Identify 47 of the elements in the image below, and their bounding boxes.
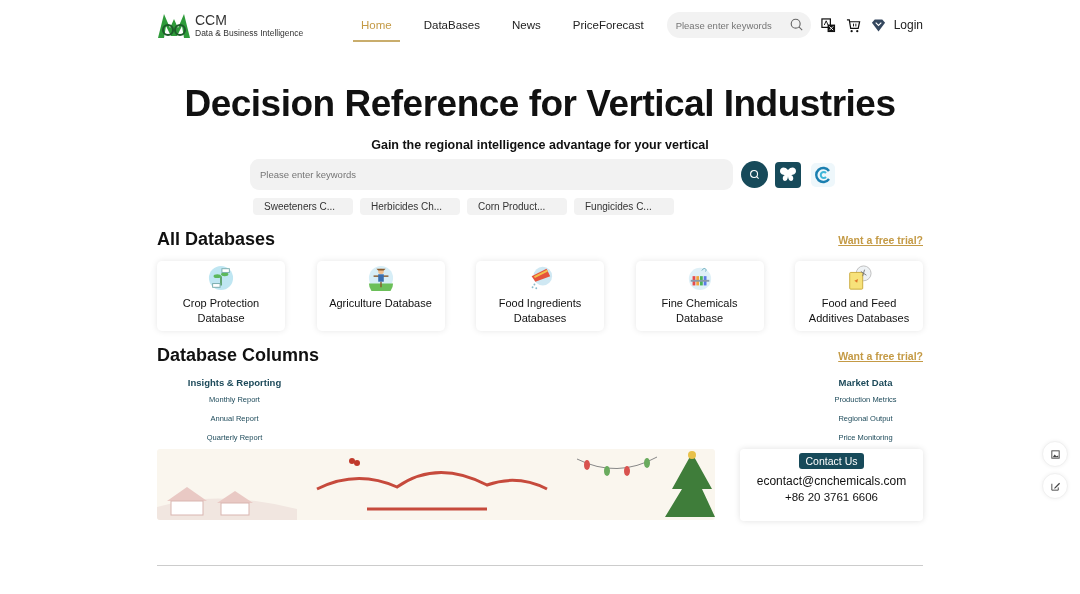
column-heading: Insights & Reporting bbox=[187, 376, 282, 390]
section-title: Database Columns bbox=[157, 345, 320, 366]
butterfly-icon[interactable] bbox=[775, 161, 801, 188]
logo-tagline: Data & Business Intelligence bbox=[195, 28, 304, 38]
section-title: All Databases bbox=[157, 229, 276, 250]
keyword-chip[interactable]: Fungicides C... bbox=[574, 198, 674, 215]
contact-email: econtact@cnchemicals.com bbox=[756, 474, 907, 488]
database-card[interactable]: Crop Protection Database bbox=[157, 261, 285, 331]
seedling-icon bbox=[208, 265, 234, 291]
c-logo-icon[interactable] bbox=[811, 162, 835, 187]
contact-phone: +86 20 3761 6606 bbox=[784, 491, 879, 503]
card-label: Food and Feed Additives Databases bbox=[807, 296, 911, 326]
keyword-chip[interactable]: Corn Product... bbox=[467, 198, 567, 215]
package-icon bbox=[846, 265, 872, 291]
scarecrow-icon bbox=[367, 265, 394, 291]
card-label: Crop Protection Database bbox=[181, 296, 261, 326]
nav-tab[interactable]: News bbox=[503, 8, 549, 42]
login-link[interactable]: Login bbox=[893, 18, 923, 32]
card-label: Agriculture Database bbox=[328, 296, 433, 311]
edit-button[interactable] bbox=[1042, 473, 1068, 499]
search-icon bbox=[749, 169, 760, 180]
page-subtitle: Gain the regional intelligence advantage for your vertical bbox=[370, 138, 710, 152]
cart-icon[interactable] bbox=[845, 17, 861, 33]
database-card[interactable]: Fine Chemicals Database bbox=[635, 261, 764, 331]
keyword-chip[interactable]: Herbicides Ch... bbox=[360, 198, 460, 215]
keyword-search-field[interactable]: Please enter keywords bbox=[250, 159, 733, 190]
search-icon[interactable] bbox=[789, 18, 803, 31]
contact-us-button[interactable]: Contact Us bbox=[798, 453, 865, 469]
card-label: Fine Chemicals Database bbox=[660, 296, 739, 326]
nav-tab[interactable]: DataBases bbox=[415, 8, 488, 42]
translate-icon[interactable] bbox=[820, 17, 836, 33]
card-label: Food Ingredients Databases bbox=[497, 296, 583, 326]
test-tubes-icon bbox=[686, 265, 713, 291]
image-button[interactable] bbox=[1042, 441, 1068, 467]
image-icon bbox=[1049, 448, 1061, 460]
database-card[interactable]: Agriculture Database bbox=[316, 261, 445, 331]
keyword-chip[interactable]: Sweeteners C... bbox=[253, 198, 353, 215]
database-card[interactable]: Food and Feed Additives Databases bbox=[795, 261, 923, 331]
search-field[interactable]: Please enter keywords bbox=[666, 12, 811, 38]
logo-name: CCM bbox=[195, 12, 228, 27]
database-card[interactable]: Food Ingredients Databases bbox=[476, 261, 604, 331]
diamond-icon[interactable] bbox=[870, 17, 886, 33]
nav-tab[interactable]: PriceForecast bbox=[564, 8, 652, 42]
search-button[interactable] bbox=[741, 161, 768, 188]
page-title: Decision Reference for Vertical Industries bbox=[183, 82, 897, 126]
edit-icon bbox=[1049, 480, 1061, 492]
column-heading: Market Data bbox=[838, 376, 893, 390]
